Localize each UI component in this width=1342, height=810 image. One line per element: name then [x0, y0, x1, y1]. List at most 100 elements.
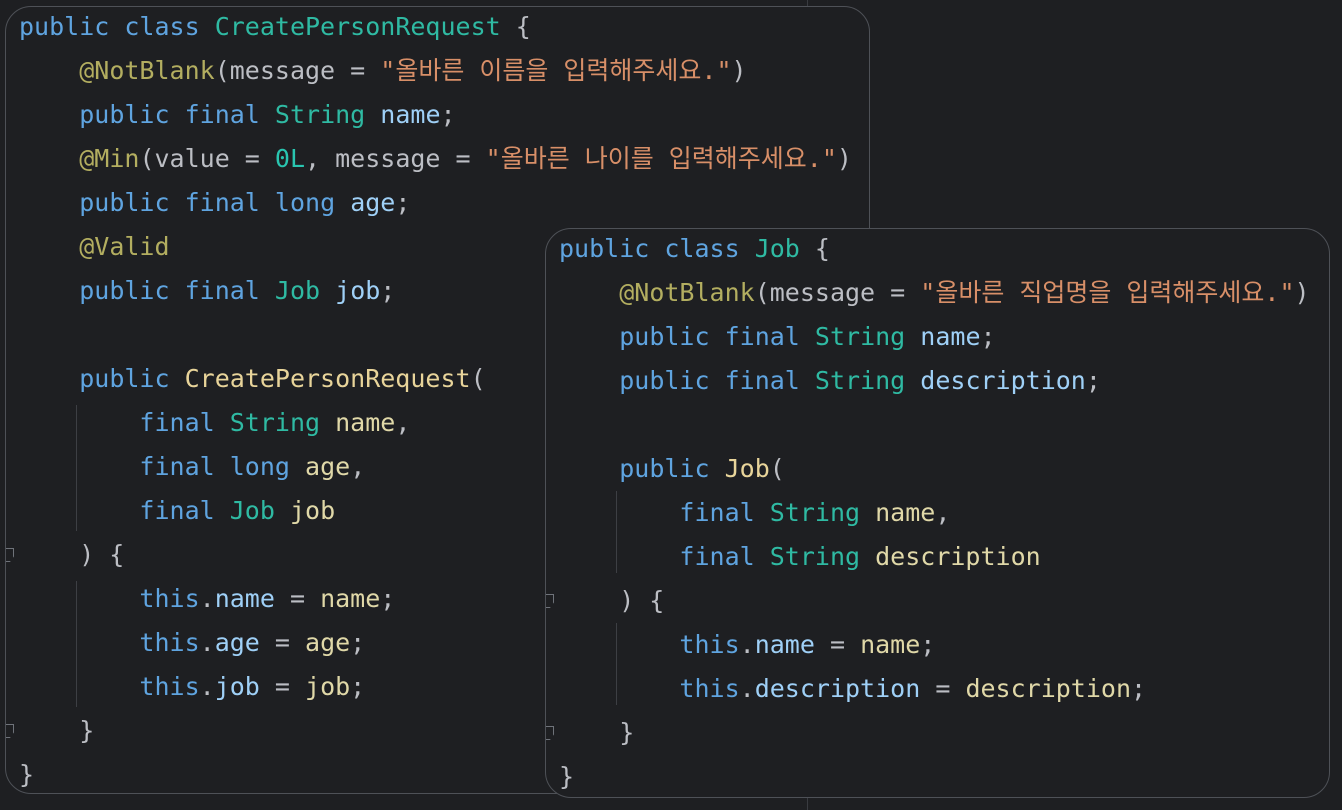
code-token: ): [731, 56, 747, 85]
code-token: (message =: [754, 278, 921, 307]
code-token: this: [679, 630, 740, 659]
code-line: @NotBlank(message = "올바른 이름을 입력해주세요."): [19, 49, 747, 93]
code-token: age: [214, 628, 260, 657]
code-token: "올바른 나이를 입력해주세요.": [485, 144, 837, 173]
code-token: =: [274, 584, 321, 613]
code-token: final: [139, 408, 215, 437]
code-token: =: [920, 674, 966, 703]
code-token: Job: [274, 276, 321, 305]
code-token: ;: [920, 630, 936, 659]
code-token: String: [274, 100, 366, 129]
code-token: public: [79, 364, 170, 393]
code-token: name: [380, 100, 441, 129]
code-token: ;: [1131, 674, 1147, 703]
fold-marker-icon[interactable]: [6, 724, 14, 738]
code-token: .: [199, 628, 215, 657]
code-token: =: [259, 672, 306, 701]
code-token: this: [139, 672, 200, 701]
code-token: long: [229, 452, 290, 481]
code-snippet-job: public class Job { @NotBlank(message = "…: [545, 228, 1330, 798]
code-token: this: [139, 584, 200, 613]
code-token: String: [814, 322, 906, 351]
code-token: ,: [935, 498, 951, 527]
code-token: @Min: [79, 144, 140, 173]
code-token: =: [259, 628, 306, 657]
fold-marker-icon[interactable]: [546, 726, 554, 740]
code-token: (value =: [139, 144, 275, 173]
code-token: final: [139, 496, 215, 525]
fold-marker-icon[interactable]: [6, 548, 14, 562]
code-token: String: [814, 366, 906, 395]
code-token: }: [559, 718, 635, 747]
code-token: public: [559, 234, 650, 263]
code-token: public: [619, 454, 710, 483]
code-token: age: [305, 452, 351, 481]
code-line: @Min(value = 0L, message = "올바른 나이를 입력해주…: [19, 137, 852, 181]
code-token: final: [184, 188, 260, 217]
code-line: final String name,: [19, 401, 410, 445]
code-token: name: [920, 322, 981, 351]
code-token: job: [214, 672, 260, 701]
code-token: name: [214, 584, 275, 613]
code-token: ;: [380, 276, 396, 305]
code-token: description: [754, 674, 921, 703]
code-token: ,: [395, 408, 411, 437]
code-token: public: [79, 276, 170, 305]
code-token: age: [350, 188, 396, 217]
code-token: this: [139, 628, 200, 657]
indent-guide: [616, 623, 617, 705]
code-token: Job: [229, 496, 275, 525]
code-line: this.job = job;: [19, 665, 365, 709]
code-token: (: [470, 364, 486, 393]
code-token: }: [559, 762, 575, 791]
code-token: .: [739, 630, 755, 659]
code-token: ;: [1085, 366, 1101, 395]
code-token: (: [769, 454, 785, 483]
code-line: final String name,: [559, 491, 950, 535]
code-token: String: [769, 498, 861, 527]
code-token: final: [679, 498, 755, 527]
code-token: name: [335, 408, 396, 437]
code-token: ) {: [559, 586, 665, 615]
code-line: final Job job: [19, 489, 335, 533]
code-token: age: [305, 628, 351, 657]
code-token: "올바른 직업명을 입력해주세요.": [920, 278, 1295, 307]
fold-marker-icon[interactable]: [546, 594, 554, 608]
code-line: public Job(: [559, 447, 785, 491]
code-token: ): [836, 144, 852, 173]
code-token: ) {: [19, 540, 125, 569]
code-token: final: [679, 542, 755, 571]
code-token: public: [619, 322, 710, 351]
code-token: public: [79, 188, 170, 217]
